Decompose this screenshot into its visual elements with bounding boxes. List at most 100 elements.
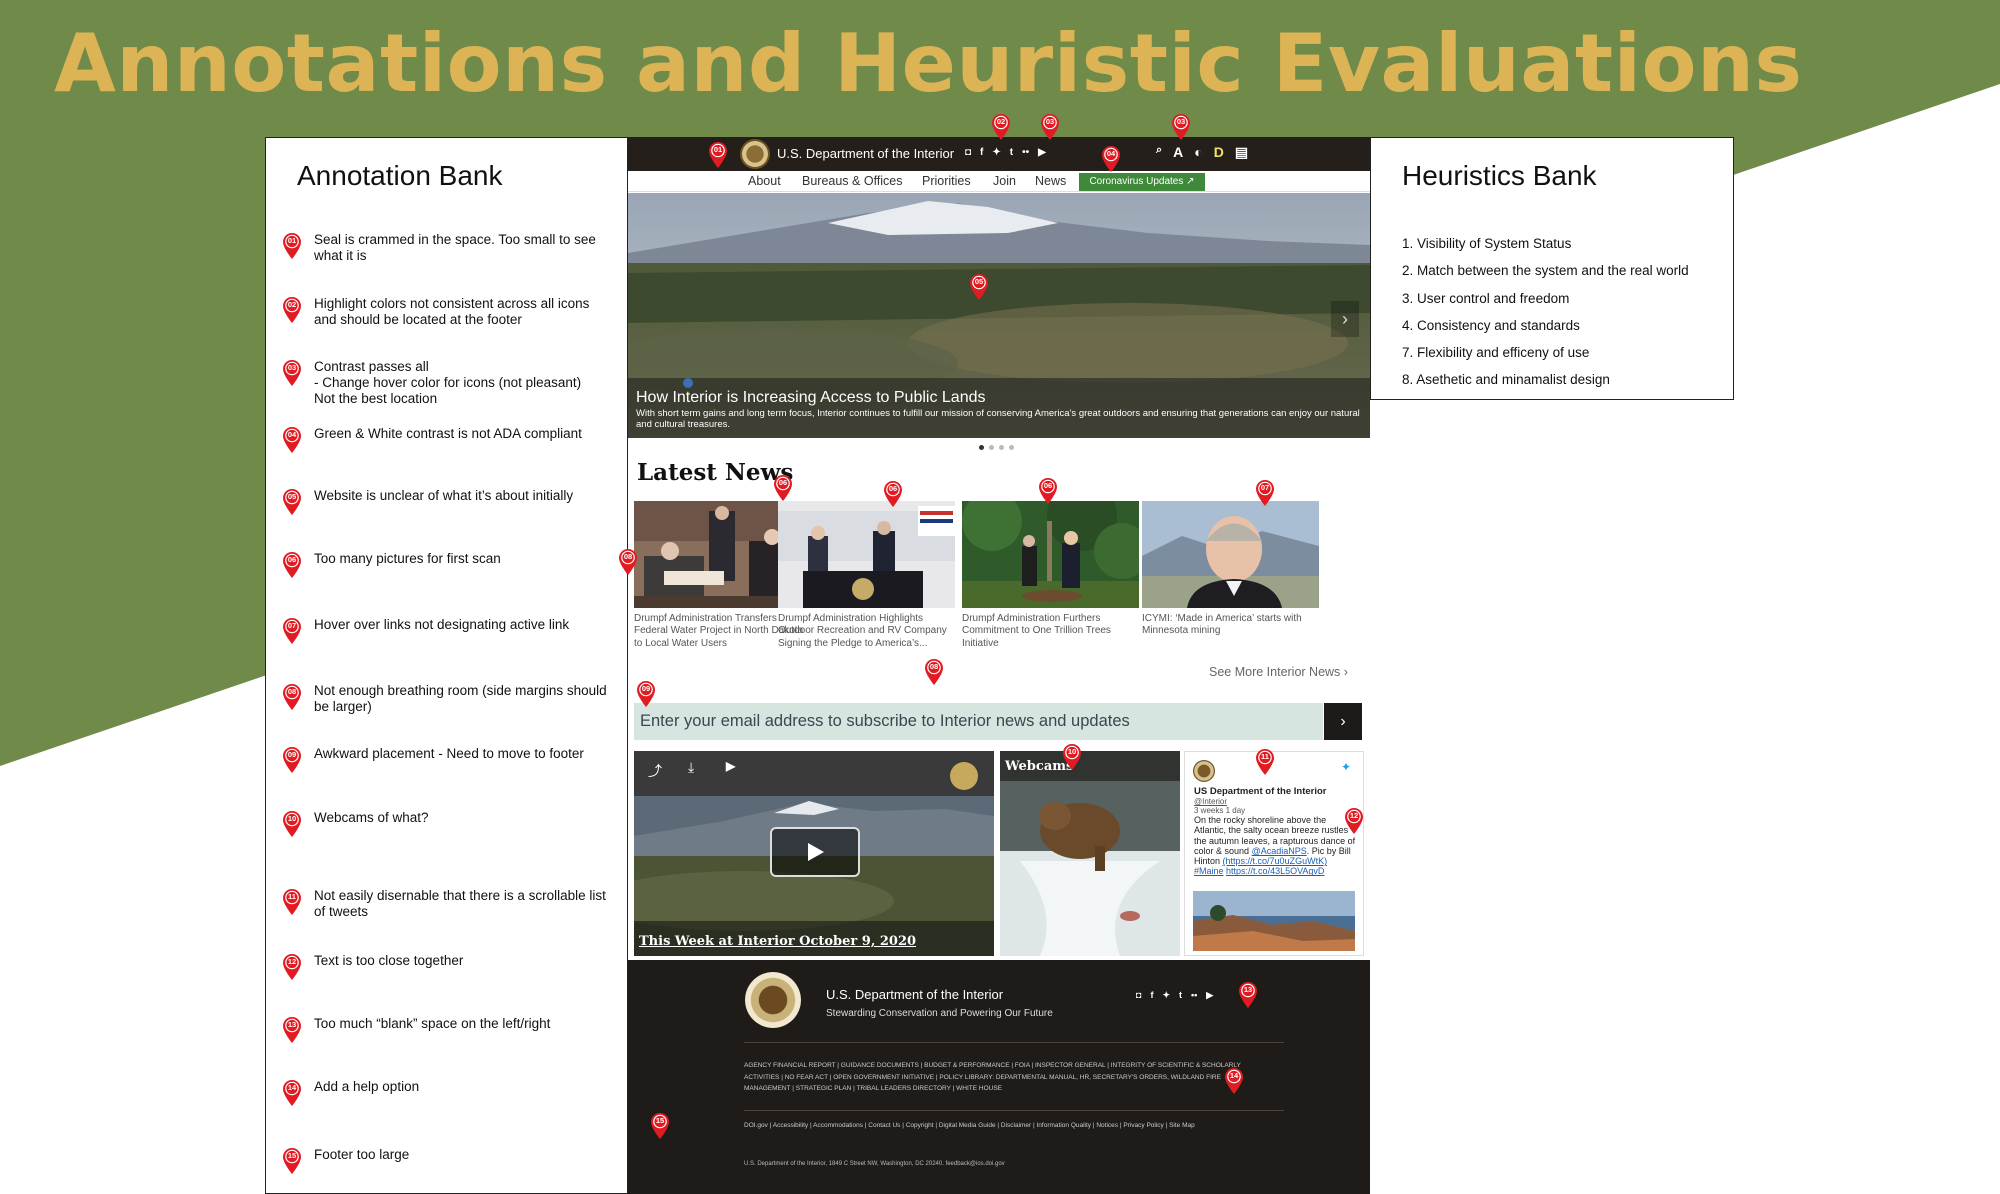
download-icon[interactable]: ⤓ (688, 759, 694, 776)
pin-number: 08 (623, 552, 633, 561)
pin-number: 08 (287, 687, 297, 696)
pin-number: 08 (929, 662, 939, 671)
pin-number: 07 (1260, 483, 1270, 492)
carousel-dot[interactable] (999, 445, 1004, 450)
video-player[interactable]: ⤴ ⤓ ▶ This Week at Interior October 9, 2… (634, 751, 994, 956)
pin-number: 12 (1349, 811, 1359, 820)
annotation-text: Footer too large (314, 1147, 410, 1162)
tumblr-icon[interactable]: t (1179, 990, 1182, 1001)
facebook-icon[interactable]: f (1150, 990, 1153, 1001)
dyslexia-font-icon[interactable]: D (1214, 144, 1224, 161)
pin-marker-icon: 12 (282, 953, 302, 981)
nav-item-join[interactable]: Join (993, 174, 1016, 188)
annotation-text: Awkward placement - Need to move to foot… (314, 746, 584, 761)
nav-item-priorities[interactable]: Priorities (922, 174, 971, 188)
footer-dept-name: U.S. Department of the Interior (826, 987, 1004, 1002)
news-image-2[interactable] (778, 501, 955, 608)
pin-marker-icon: 04 (1101, 145, 1121, 173)
instagram-icon[interactable]: ◘ (1136, 990, 1141, 1001)
tweet-link[interactable]: (https://t.co/7u0uZGuWtK) (1223, 856, 1328, 866)
nav-item-news[interactable]: News (1035, 174, 1066, 188)
subscribe-submit-button[interactable]: › (1324, 703, 1362, 740)
pin-number: 09 (641, 684, 651, 693)
pin-marker-icon: 06 (773, 474, 793, 502)
tweet-mention-link[interactable]: @AcadiaNPS (1252, 846, 1307, 856)
contrast-icon[interactable]: ◐ (1194, 144, 1202, 161)
pin-number: 02 (287, 300, 297, 309)
pin-marker-icon: 01 (708, 141, 728, 169)
pin-number: 14 (1229, 1071, 1239, 1080)
youtube-icon[interactable]: ▶ (726, 759, 735, 773)
news-image-4[interactable] (1142, 501, 1319, 608)
pin-number: 07 (287, 621, 297, 630)
pin-number: 06 (1043, 481, 1053, 490)
webcams-widget[interactable]: Webcams (1000, 751, 1180, 956)
share-icon[interactable]: ⤴ (648, 761, 662, 781)
site-dept-name[interactable]: U.S. Department of the Interior (777, 146, 954, 161)
carousel-next-button[interactable]: › (1331, 301, 1359, 337)
pin-number: 10 (287, 814, 297, 823)
annotation-text: Not easily disernable that there is a sc… (314, 888, 606, 919)
news-image-3[interactable] (962, 501, 1139, 608)
youtube-icon[interactable]: ▶ (1206, 990, 1213, 1001)
pin-marker-icon: 11 (282, 888, 302, 916)
nav-item-about[interactable]: About (748, 174, 781, 188)
pin-marker-icon: 10 (282, 810, 302, 838)
play-icon (808, 843, 824, 861)
email-subscribe-field[interactable]: Enter your email address to subscribe to… (634, 703, 1323, 740)
hero-description: With short term gains and long term focu… (636, 408, 1360, 430)
play-button[interactable] (770, 827, 860, 877)
twitter-icon[interactable]: ✦ (1162, 990, 1170, 1001)
annotation-text: Add a help option (314, 1079, 420, 1094)
youtube-icon[interactable]: ▶ (1038, 147, 1046, 161)
see-more-news-link[interactable]: See More Interior News › (1209, 665, 1348, 679)
footer-social-links: ◘ f ✦ t •• ▶ (1136, 990, 1213, 1001)
search-icon[interactable]: ⌕ (1156, 144, 1162, 161)
news-caption-4[interactable]: ICYMI: ‘Made in America’ starts with Min… (1142, 613, 1320, 638)
annotation-item: 06 Too many pictures for first scan (282, 551, 622, 579)
pin-number: 01 (287, 236, 297, 245)
news-caption-2[interactable]: Drumpf Administration Highlights Outdoor… (778, 613, 956, 650)
pin-marker-icon: 02 (991, 113, 1011, 141)
text-size-icon[interactable]: A (1173, 144, 1183, 161)
instagram-icon[interactable]: ◘ (965, 147, 971, 161)
tweet-handle[interactable]: @Interior (1194, 797, 1227, 806)
facebook-icon[interactable]: f (980, 147, 983, 161)
carousel-dot[interactable] (979, 445, 984, 450)
tweet-hashtag-link[interactable]: #Maine (1194, 866, 1224, 876)
annotation-item: 01 Seal is crammed in the space. Too smal… (282, 232, 622, 264)
tweet-link[interactable]: https://t.co/43L5OVAgvD (1226, 866, 1324, 876)
doi-seal-icon[interactable] (740, 139, 770, 169)
tweet-author[interactable]: US Department of the Interior (1194, 786, 1327, 797)
annotation-item: 07 Hover over links not designating activ… (282, 617, 622, 645)
translate-icon[interactable]: ▤ (1235, 144, 1248, 161)
twitter-feed[interactable]: ✦ US Department of the Interior @Interio… (1184, 751, 1364, 956)
nav-item-bureaus[interactable]: Bureaus & Offices (802, 174, 903, 188)
hero-carousel[interactable]: How Interior is Increasing Access to Pub… (628, 193, 1370, 438)
pin-number: 13 (287, 1020, 297, 1029)
twitter-icon[interactable]: ✦ (992, 147, 1000, 161)
flickr-icon[interactable]: •• (1022, 147, 1029, 161)
hero-title[interactable]: How Interior is Increasing Access to Pub… (636, 389, 986, 407)
annotation-item: 15 Footer too large (282, 1147, 622, 1175)
pin-marker-icon: 05 (969, 273, 989, 301)
flickr-icon[interactable]: •• (1191, 990, 1197, 1001)
carousel-dot[interactable] (1009, 445, 1014, 450)
news-caption-3[interactable]: Drumpf Administration Furthers Commitmen… (962, 613, 1140, 650)
carousel-dot[interactable] (989, 445, 994, 450)
annotation-text: Too many pictures for first scan (314, 551, 501, 566)
tumblr-icon[interactable]: t (1010, 147, 1013, 161)
pin-number: 04 (287, 430, 297, 439)
footer-primary-links[interactable]: AGENCY FINANCIAL REPORT | GUIDANCE DOCUM… (744, 1060, 1244, 1095)
annotation-text: Contrast passes all - Change hover color… (314, 359, 582, 406)
annotation-item: 11 Not easily disernable that there is a … (282, 888, 622, 920)
nav-item-coronavirus-updates[interactable]: Coronavirus Updates ↗ (1079, 173, 1205, 191)
pin-marker-icon: 05 (282, 488, 302, 516)
footer-seal-icon[interactable] (745, 972, 801, 1028)
heuristic-item: 7. Flexibility and efficeny of use (1402, 345, 1590, 361)
video-title[interactable]: This Week at Interior October 9, 2020 (639, 934, 916, 949)
footer-secondary-links[interactable]: DOI.gov | Accessibility | Accommodations… (744, 1120, 1244, 1133)
annotation-text: Highlight colors not consistent across a… (314, 296, 590, 327)
annotation-item: 09 Awkward placement - Need to move to fo… (282, 746, 622, 774)
carousel-dots (979, 445, 1014, 450)
